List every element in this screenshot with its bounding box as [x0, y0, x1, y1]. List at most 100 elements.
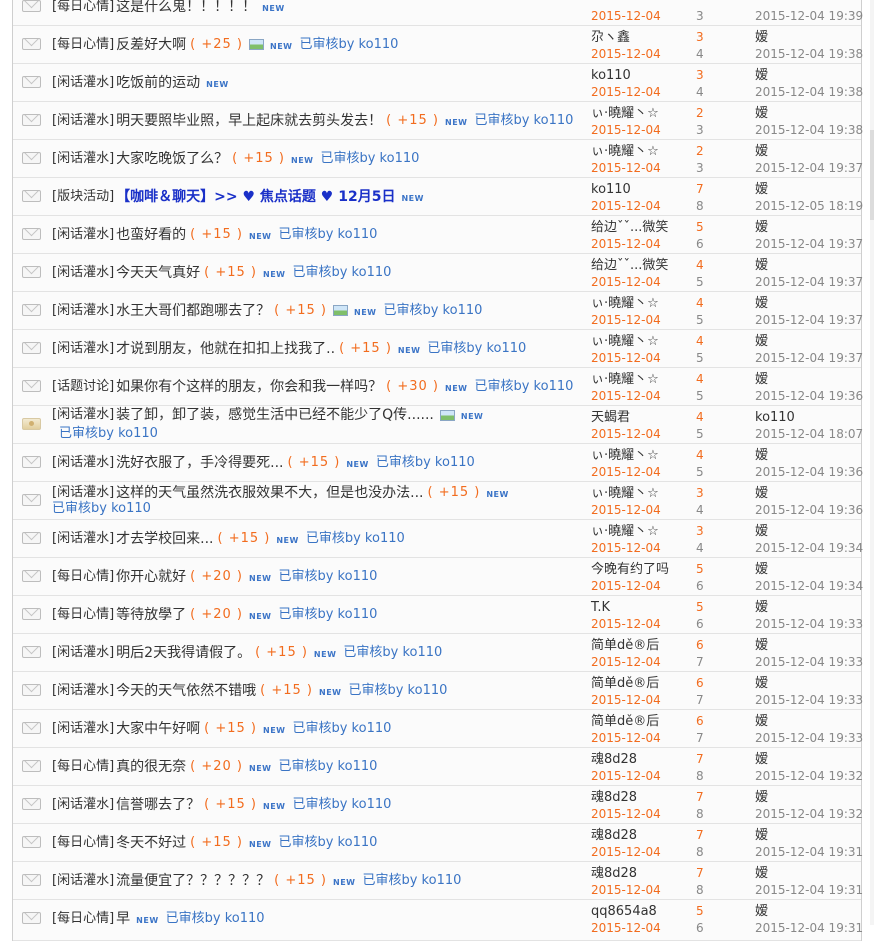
last-post-time-link[interactable]: 2015-12-04 19:37: [755, 274, 874, 291]
last-poster-link[interactable]: 嫒: [755, 599, 874, 616]
last-poster-link[interactable]: 嫒: [755, 751, 874, 768]
audit-status-link[interactable]: 已审核by ko110: [383, 303, 482, 319]
audit-status-link[interactable]: 已审核by ko110: [292, 797, 391, 813]
audit-status-link[interactable]: 已审核by ko110: [278, 227, 377, 243]
author-link[interactable]: qq8654a8: [591, 903, 691, 920]
last-poster-link[interactable]: [755, 0, 874, 8]
audit-status-link[interactable]: 已审核by ko110: [320, 151, 419, 167]
last-post-time-link[interactable]: 2015-12-04 18:07: [755, 426, 874, 443]
last-poster-link[interactable]: 嫒: [755, 865, 874, 882]
last-post-time-link[interactable]: 2015-12-04 19:32: [755, 806, 874, 823]
author-link[interactable]: 简单dě®后: [591, 637, 691, 654]
thread-title-link[interactable]: 等待放學了: [116, 607, 186, 623]
last-post-time-link[interactable]: 2015-12-04 19:31: [755, 882, 874, 899]
last-post-time-link[interactable]: 2015-12-04 19:37: [755, 312, 874, 329]
audit-status-link[interactable]: 已审核by ko110: [278, 759, 377, 775]
author-link[interactable]: ぃ·曉耀丶☆: [591, 447, 691, 464]
author-link[interactable]: ko110: [591, 67, 691, 84]
thread-category-link[interactable]: [每日心情]: [52, 569, 114, 585]
last-poster-link[interactable]: 嫒: [755, 181, 874, 198]
scrollbar-thumb[interactable]: [870, 130, 874, 220]
author-link[interactable]: ko110: [591, 181, 691, 198]
last-poster-link[interactable]: 嫒: [755, 295, 874, 312]
audit-status-link[interactable]: 已审核by ko110: [59, 426, 158, 442]
thread-category-link[interactable]: [每日心情]: [52, 911, 114, 927]
last-post-time-link[interactable]: 2015-12-04 19:33: [755, 654, 874, 671]
last-post-time-link[interactable]: 2015-12-04 19:37: [755, 160, 874, 177]
thread-category-link[interactable]: [闲话灌水]: [52, 797, 114, 813]
last-poster-link[interactable]: 嫒: [755, 827, 874, 844]
thread-title-link[interactable]: 冬天不好过: [116, 835, 186, 851]
audit-status-link[interactable]: 已审核by ko110: [292, 265, 391, 281]
thread-title-link[interactable]: 大家吃晚饭了么？: [116, 151, 228, 167]
audit-status-link[interactable]: 已审核by ko110: [278, 569, 377, 585]
last-post-time-link[interactable]: 2015-12-04 19:37: [755, 236, 874, 253]
last-poster-link[interactable]: 嫒: [755, 105, 874, 122]
thread-title-link[interactable]: 洗好衣服了，手冷得要死...: [116, 455, 283, 471]
last-poster-link[interactable]: 嫒: [755, 523, 874, 540]
thread-title-link[interactable]: 水王大哥们都跑哪去了？: [116, 303, 270, 319]
thread-title-link[interactable]: 今天天气真好: [116, 265, 200, 281]
thread-title-link[interactable]: 明后2天我得请假了。: [116, 645, 251, 661]
audit-status-link[interactable]: 已审核by ko110: [348, 683, 447, 699]
thread-category-link[interactable]: [每日心情]: [52, 37, 114, 53]
last-poster-link[interactable]: 嫒: [755, 637, 874, 654]
author-link[interactable]: 魂8d28: [591, 865, 691, 882]
author-link[interactable]: 今晚有约了吗: [591, 561, 691, 578]
scrollbar-track[interactable]: [870, 0, 874, 925]
last-post-time-link[interactable]: 2015-12-04 19:34: [755, 578, 874, 595]
author-link[interactable]: ぃ·曉耀丶☆: [591, 371, 691, 388]
audit-status-link[interactable]: 已审核by ko110: [474, 379, 573, 395]
author-link[interactable]: 简单dě®后: [591, 675, 691, 692]
thread-category-link[interactable]: [每日心情]: [52, 759, 114, 775]
audit-status-link[interactable]: 已审核by ko110: [306, 531, 405, 547]
author-link[interactable]: 简单dě®后: [591, 713, 691, 730]
thread-category-link[interactable]: [闲话灌水]: [52, 485, 114, 501]
last-poster-link[interactable]: 嫒: [755, 789, 874, 806]
last-poster-link[interactable]: 嫒: [755, 485, 874, 502]
last-poster-link[interactable]: 嫒: [755, 67, 874, 84]
last-poster-link[interactable]: 嫒: [755, 561, 874, 578]
author-link[interactable]: ぃ·曉耀丶☆: [591, 523, 691, 540]
last-post-time-link[interactable]: 2015-12-04 19:38: [755, 46, 874, 63]
audit-status-link[interactable]: 已审核by ko110: [343, 645, 442, 661]
last-post-time-link[interactable]: 2015-12-04 19:34: [755, 540, 874, 557]
last-post-time-link[interactable]: 2015-12-04 19:38: [755, 122, 874, 139]
last-poster-link[interactable]: 嫒: [755, 257, 874, 274]
thread-title-link[interactable]: 早: [116, 911, 130, 927]
thread-category-link[interactable]: [每日心情]: [52, 607, 114, 623]
last-poster-link[interactable]: 嫒: [755, 219, 874, 236]
thread-title-link[interactable]: 今天的天气依然不错哦: [116, 683, 256, 699]
last-post-time-link[interactable]: 2015-12-04 19:31: [755, 920, 874, 937]
audit-status-link[interactable]: 已审核by ko110: [299, 37, 398, 53]
last-post-time-link[interactable]: 2015-12-04 19:33: [755, 616, 874, 633]
thread-title-link[interactable]: 流量便宜了？？？？？？: [116, 873, 270, 889]
thread-category-link[interactable]: [闲话灌水]: [52, 407, 114, 423]
thread-category-link[interactable]: [闲话灌水]: [52, 683, 114, 699]
last-post-time-link[interactable]: 2015-12-04 19:37: [755, 350, 874, 367]
audit-status-link[interactable]: 已审核by ko110: [362, 873, 461, 889]
author-link[interactable]: 魂8d28: [591, 827, 691, 844]
author-link[interactable]: 尕ヽ鑫: [591, 29, 691, 46]
thread-category-link[interactable]: [闲话灌水]: [52, 227, 114, 243]
audit-status-link[interactable]: 已审核by ko110: [427, 341, 526, 357]
thread-category-link[interactable]: [闲话灌水]: [52, 75, 114, 91]
thread-title-link[interactable]: 真的很无奈: [116, 759, 186, 775]
thread-category-link[interactable]: [闲话灌水]: [52, 531, 114, 547]
thread-category-link[interactable]: [闲话灌水]: [52, 455, 114, 471]
thread-category-link[interactable]: [闲话灌水]: [52, 873, 114, 889]
last-post-time-link[interactable]: 2015-12-04 19:36: [755, 388, 874, 405]
last-poster-link[interactable]: 嫒: [755, 143, 874, 160]
thread-title-link[interactable]: 吃饭前的运动: [116, 75, 200, 91]
last-post-time-link[interactable]: 2015-12-04 19:36: [755, 502, 874, 519]
author-link[interactable]: ぃ·曉耀丶☆: [591, 105, 691, 122]
audit-status-link[interactable]: 已审核by ko110: [474, 113, 573, 129]
author-link[interactable]: ぃ·曉耀丶☆: [591, 485, 691, 502]
thread-category-link[interactable]: [话题讨论]: [52, 379, 114, 395]
thread-category-link[interactable]: [闲话灌水]: [52, 113, 114, 129]
last-poster-link[interactable]: 嫒: [755, 903, 874, 920]
author-link[interactable]: [591, 0, 691, 8]
thread-title-link[interactable]: 【咖啡＆聊天】>> ♥ 焦点话题 ♥ 12月5日: [116, 189, 395, 205]
last-post-time-link[interactable]: 2015-12-05 18:19: [755, 198, 874, 215]
thread-title-link[interactable]: 你开心就好: [116, 569, 186, 585]
